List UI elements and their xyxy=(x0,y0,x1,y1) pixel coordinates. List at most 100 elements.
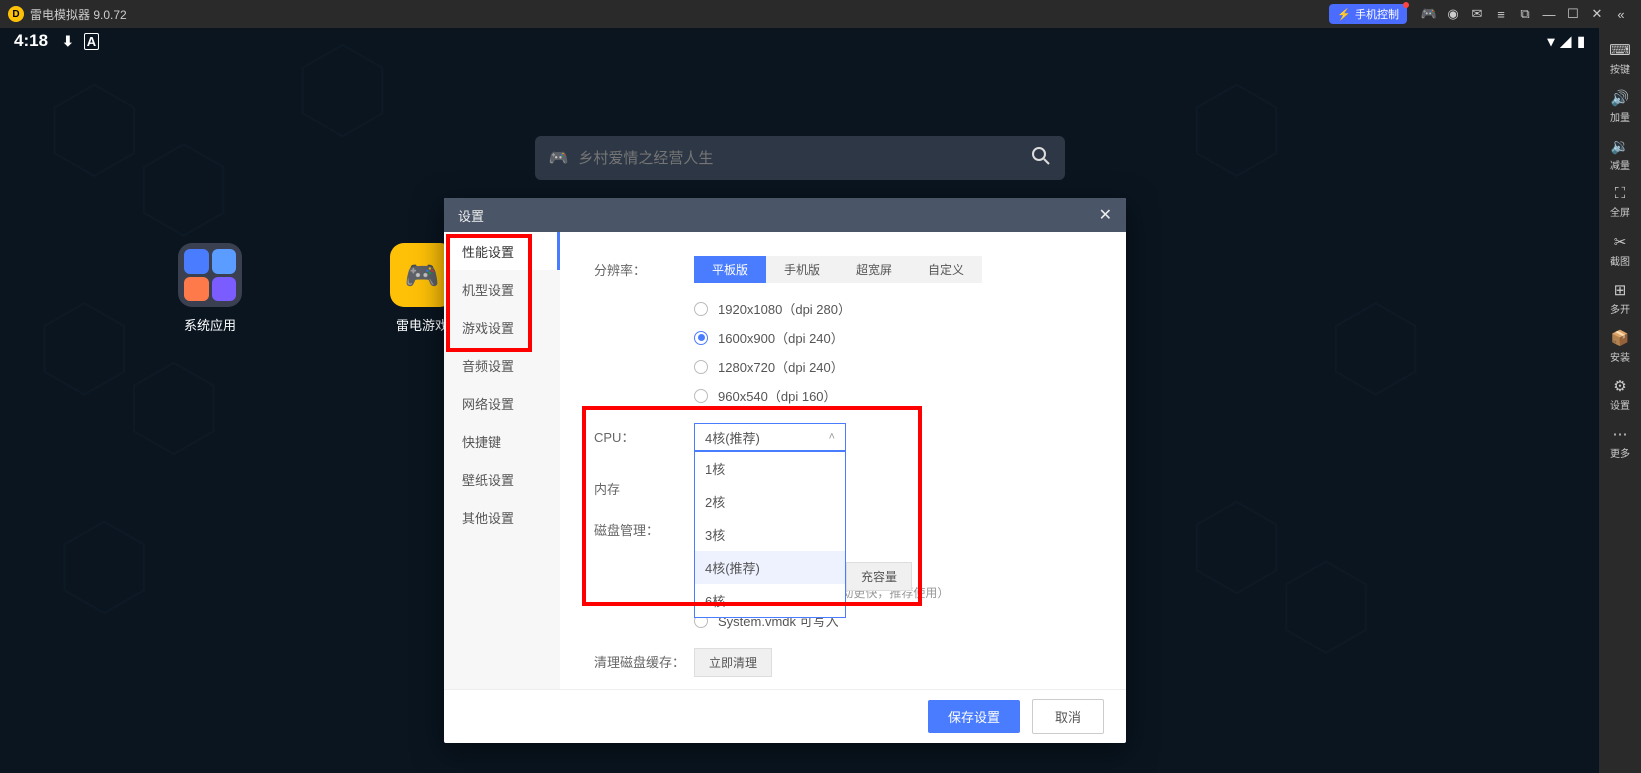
close-dialog-button[interactable]: ✕ xyxy=(1099,205,1112,225)
collapse-sidebar-button[interactable]: « xyxy=(1609,2,1633,26)
tool-screenshot[interactable]: ✂ 截图 xyxy=(1599,226,1641,274)
tab-ultrawide[interactable]: 超宽屏 xyxy=(838,256,910,283)
tab-custom[interactable]: 自定义 xyxy=(910,256,982,283)
nav-game[interactable]: 游戏设置 xyxy=(444,308,560,346)
res-1280[interactable]: 1280x720（dpi 240） xyxy=(694,357,982,376)
chevron-up-icon: ˄ xyxy=(829,431,835,443)
tool-multiopen[interactable]: ⊞ 多开 xyxy=(1599,274,1641,322)
resolution-label: 分辨率： xyxy=(594,256,694,279)
tool-install[interactable]: 📦 安装 xyxy=(1599,322,1641,370)
lang-icon: A xyxy=(84,33,99,50)
cpu-label: CPU： xyxy=(594,423,694,446)
minimize-button[interactable]: — xyxy=(1537,2,1561,26)
volume-down-icon: 🔉 xyxy=(1611,137,1630,155)
mini-icon xyxy=(184,277,209,302)
mini-icon xyxy=(212,277,237,302)
res-960[interactable]: 960x540（dpi 160） xyxy=(694,386,982,405)
system-apps-folder[interactable]: 系统应用 xyxy=(170,243,250,334)
dialog-title: 设置 xyxy=(458,206,484,225)
cpu-select[interactable]: 4核(推荐) ˄ 1核 2核 3核 4核(推荐) 6核 xyxy=(694,423,846,451)
tool-settings[interactable]: ⚙设置 xyxy=(1599,370,1641,418)
cpu-option-2[interactable]: 2核 xyxy=(695,485,845,518)
wifi-icon: ▾ xyxy=(1547,33,1554,50)
scissors-icon: ✂ xyxy=(1614,233,1627,251)
radio-label: 1280x720（dpi 240） xyxy=(718,357,844,376)
gamepad-icon: 🎮 xyxy=(549,148,569,168)
tool-label: 按键 xyxy=(1610,61,1630,76)
nav-shortcut[interactable]: 快捷键 xyxy=(444,422,560,460)
search-icon[interactable] xyxy=(1031,146,1051,171)
radio-label: 1600x900（dpi 240） xyxy=(718,328,844,347)
more-icon: ⋯ xyxy=(1613,425,1628,443)
tab-tablet[interactable]: 平板版 xyxy=(694,256,766,283)
search-input[interactable] xyxy=(578,150,1030,167)
bolt-icon: ⚡ xyxy=(1337,8,1351,21)
tool-label: 截图 xyxy=(1610,253,1630,268)
nav-audio[interactable]: 音频设置 xyxy=(444,346,560,384)
tool-more[interactable]: ⋯更多 xyxy=(1599,418,1641,466)
tool-label: 多开 xyxy=(1610,301,1630,316)
nav-network[interactable]: 网络设置 xyxy=(444,384,560,422)
tab-phone[interactable]: 手机版 xyxy=(766,256,838,283)
save-settings-button[interactable]: 保存设置 xyxy=(928,700,1020,733)
gamepad-icon[interactable]: 🎮 xyxy=(1417,2,1441,26)
keyboard-icon: ⌨ xyxy=(1609,41,1631,59)
cpu-option-4[interactable]: 4核(推荐) xyxy=(695,551,845,584)
cpu-selected-value: 4核(推荐) xyxy=(705,428,760,447)
res-1600[interactable]: 1600x900（dpi 240） xyxy=(694,328,982,347)
radio-label: 1920x1080（dpi 280） xyxy=(718,299,851,318)
tool-volume-up[interactable]: 🔊 加量 xyxy=(1599,82,1641,130)
android-status-bar: 4:18 ⬇ A ▾ ◢ ▮ xyxy=(0,28,1599,54)
download-icon: ⬇ xyxy=(62,33,74,50)
battery-icon: ▮ xyxy=(1577,33,1585,50)
tool-volume-down[interactable]: 🔉减量 xyxy=(1599,130,1641,178)
memory-label: 内存 xyxy=(594,475,694,498)
disk-label: 磁盘管理： xyxy=(594,516,694,539)
tool-label: 安装 xyxy=(1610,349,1630,364)
clear-cache-label: 清理磁盘缓存： xyxy=(594,648,694,671)
expand-capacity-button[interactable]: 充容量 xyxy=(846,562,912,591)
volume-up-icon: 🔊 xyxy=(1611,89,1630,107)
tool-keymap[interactable]: ⌨ 按键 xyxy=(1599,34,1641,82)
tool-fullscreen[interactable]: ⛶ 全屏 xyxy=(1599,178,1641,226)
radio-label: 960x540（dpi 160） xyxy=(718,386,837,405)
settings-nav: 性能设置 机型设置 游戏设置 音频设置 网络设置 快捷键 壁纸设置 其他设置 xyxy=(444,232,560,689)
mini-icon xyxy=(184,249,209,274)
account-icon[interactable]: ◉ xyxy=(1441,2,1465,26)
apk-icon: 📦 xyxy=(1611,329,1630,347)
window-titlebar: D 雷电模拟器 9.0.72 ⚡ 手机控制 🎮 ◉ ✉ ≡ ⧉ — ☐ ✕ « xyxy=(0,0,1641,28)
clear-cache-button[interactable]: 立即清理 xyxy=(694,648,772,677)
tool-label: 全屏 xyxy=(1610,204,1630,219)
icon-label: 系统应用 xyxy=(170,315,250,334)
menu-icon[interactable]: ≡ xyxy=(1489,2,1513,26)
settings-content: 分辨率： 平板版 手机版 超宽屏 自定义 1920x1080（dpi 280） … xyxy=(560,232,1126,689)
settings-dialog: 设置 ✕ 性能设置 机型设置 游戏设置 音频设置 网络设置 快捷键 壁纸设置 其… xyxy=(444,198,1126,743)
cpu-option-3[interactable]: 3核 xyxy=(695,518,845,551)
phone-control-button[interactable]: ⚡ 手机控制 xyxy=(1329,4,1407,24)
signal-icon: ◢ xyxy=(1561,33,1572,50)
dialog-footer: 保存设置 取消 xyxy=(444,689,1126,743)
right-toolbar: ⌨ 按键 🔊 加量 🔉减量 ⛶ 全屏 ✂ 截图 ⊞ 多开 📦 安装 ⚙设置 ⋯更多 xyxy=(1599,28,1641,773)
multi-icon: ⊞ xyxy=(1614,281,1627,299)
search-bar[interactable]: 🎮 xyxy=(535,136,1065,180)
nav-wallpaper[interactable]: 壁纸设置 xyxy=(444,460,560,498)
nav-model[interactable]: 机型设置 xyxy=(444,270,560,308)
phone-control-label: 手机控制 xyxy=(1355,6,1399,22)
resolution-tabs: 平板版 手机版 超宽屏 自定义 xyxy=(694,256,982,283)
mini-icon xyxy=(212,249,237,274)
mail-icon[interactable]: ✉ xyxy=(1465,2,1489,26)
fullscreen-icon: ⛶ xyxy=(1615,185,1626,202)
cancel-button[interactable]: 取消 xyxy=(1032,699,1104,734)
maximize-button[interactable]: ☐ xyxy=(1561,2,1585,26)
res-1920[interactable]: 1920x1080（dpi 280） xyxy=(694,299,982,318)
nav-performance[interactable]: 性能设置 xyxy=(444,232,560,270)
close-window-button[interactable]: ✕ xyxy=(1585,2,1609,26)
app-title: 雷电模拟器 9.0.72 xyxy=(30,6,127,23)
tool-label: 加量 xyxy=(1610,109,1630,124)
tool-label: 设置 xyxy=(1610,397,1630,412)
popout-icon[interactable]: ⧉ xyxy=(1513,2,1537,26)
nav-other[interactable]: 其他设置 xyxy=(444,498,560,536)
cpu-option-6[interactable]: 6核 xyxy=(695,584,845,617)
emulator-desktop: 4:18 ⬇ A ▾ ◢ ▮ 🎮 系统应用 xyxy=(0,28,1599,773)
cpu-option-1[interactable]: 1核 xyxy=(695,452,845,485)
